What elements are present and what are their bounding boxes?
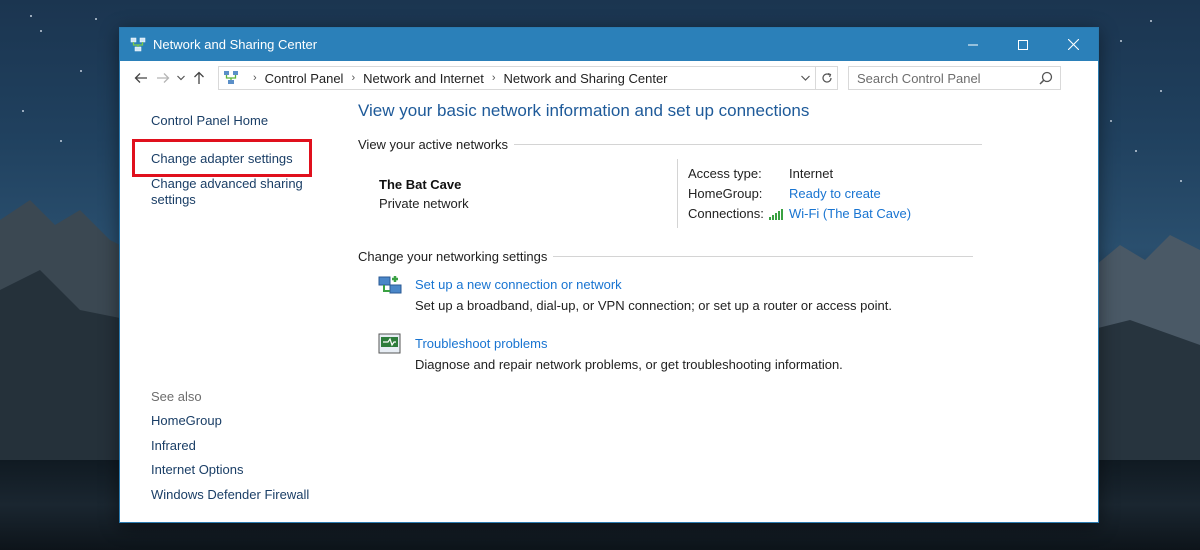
sidebar-link-label: Change advanced sharing (151, 176, 303, 191)
up-button[interactable] (188, 67, 210, 89)
homegroup-link[interactable]: Ready to create (789, 186, 881, 201)
title-bar[interactable]: Network and Sharing Center (120, 28, 1098, 61)
maximize-button[interactable] (998, 28, 1048, 61)
breadcrumb-network-internet[interactable]: Network and Internet (363, 71, 484, 86)
forward-button[interactable] (152, 67, 174, 89)
network-center-icon (224, 71, 238, 84)
search-box[interactable] (848, 66, 1061, 90)
address-box[interactable]: › Control Panel › Network and Internet ›… (218, 66, 838, 90)
sidebar-link-control-panel-home[interactable]: Control Panel Home (151, 113, 268, 129)
address-dropdown-button[interactable] (795, 67, 815, 89)
refresh-button[interactable] (815, 67, 837, 89)
page-title: View your basic network information and … (358, 101, 810, 120)
breadcrumb-separator-icon: › (491, 72, 496, 84)
breadcrumb-network-sharing[interactable]: Network and Sharing Center (503, 71, 667, 86)
chevron-down-icon (800, 75, 810, 81)
wifi-signal-icon (769, 209, 783, 220)
breadcrumb-control-panel[interactable]: Control Panel (265, 71, 344, 86)
back-button[interactable] (130, 67, 152, 89)
see-also-internet-options[interactable]: Internet Options (151, 462, 244, 477)
sidebar-link-change-advanced-sharing[interactable]: Change advanced sharing settings (151, 176, 311, 208)
search-icon[interactable] (1039, 71, 1053, 85)
see-also-heading: See also (151, 389, 202, 404)
connections-link[interactable]: Wi-Fi (The Bat Cave) (769, 206, 911, 221)
section-title: View your active networks (358, 137, 509, 152)
sidebar-link-label: settings (151, 192, 196, 207)
main-content: View your basic network information and … (358, 101, 983, 372)
sidebar-link-change-adapter-settings[interactable]: Change adapter settings (151, 151, 293, 167)
search-input[interactable] (857, 70, 1027, 86)
up-arrow-icon (194, 71, 204, 84)
close-icon (1067, 39, 1079, 50)
access-type-label: Access type: (688, 166, 762, 181)
troubleshoot-icon (378, 333, 401, 354)
active-networks-section: View your active networks (358, 137, 983, 152)
troubleshoot-description: Diagnose and repair network problems, or… (415, 357, 843, 372)
access-type-value: Internet (789, 166, 834, 181)
see-also-windows-defender-firewall[interactable]: Windows Defender Firewall (151, 487, 309, 502)
minimize-icon (968, 44, 978, 45)
connections-value: Wi-Fi (The Bat Cave) (789, 206, 912, 221)
network-center-icon (129, 36, 147, 54)
connections-label: Connections: (688, 206, 764, 221)
network-setup-icon (378, 276, 402, 294)
troubleshoot-link[interactable]: Troubleshoot problems (415, 336, 547, 351)
control-panel-window: Network and Sharing Center › Control Pan… (119, 27, 1099, 523)
address-toolbar: › Control Panel › Network and Internet ›… (120, 61, 1098, 95)
section-divider (514, 144, 983, 145)
minimize-button[interactable] (948, 28, 998, 61)
maximize-icon (1018, 39, 1028, 50)
see-also-homegroup[interactable]: HomeGroup (151, 413, 222, 428)
breadcrumb-separator-icon: › (351, 72, 356, 84)
refresh-icon (821, 72, 832, 83)
forward-arrow-icon (157, 73, 170, 83)
back-arrow-icon (134, 73, 147, 83)
window-title: Network and Sharing Center (153, 37, 318, 52)
vertical-divider (677, 159, 678, 228)
setup-connection-description: Set up a broadband, dial-up, or VPN conn… (415, 298, 892, 313)
change-settings-section: Change your networking settings (358, 249, 974, 264)
network-name: The Bat Cave (379, 177, 462, 192)
homegroup-label: HomeGroup: (688, 186, 763, 201)
network-type: Private network (379, 196, 469, 211)
section-divider (553, 256, 974, 257)
setup-connection-link[interactable]: Set up a new connection or network (415, 277, 622, 292)
close-button[interactable] (1048, 28, 1098, 61)
section-title: Change your networking settings (358, 249, 548, 264)
chevron-down-icon (177, 75, 185, 81)
breadcrumb-separator-icon: › (253, 72, 257, 84)
see-also-infrared[interactable]: Infrared (151, 438, 196, 453)
recent-locations-button[interactable] (174, 67, 188, 89)
